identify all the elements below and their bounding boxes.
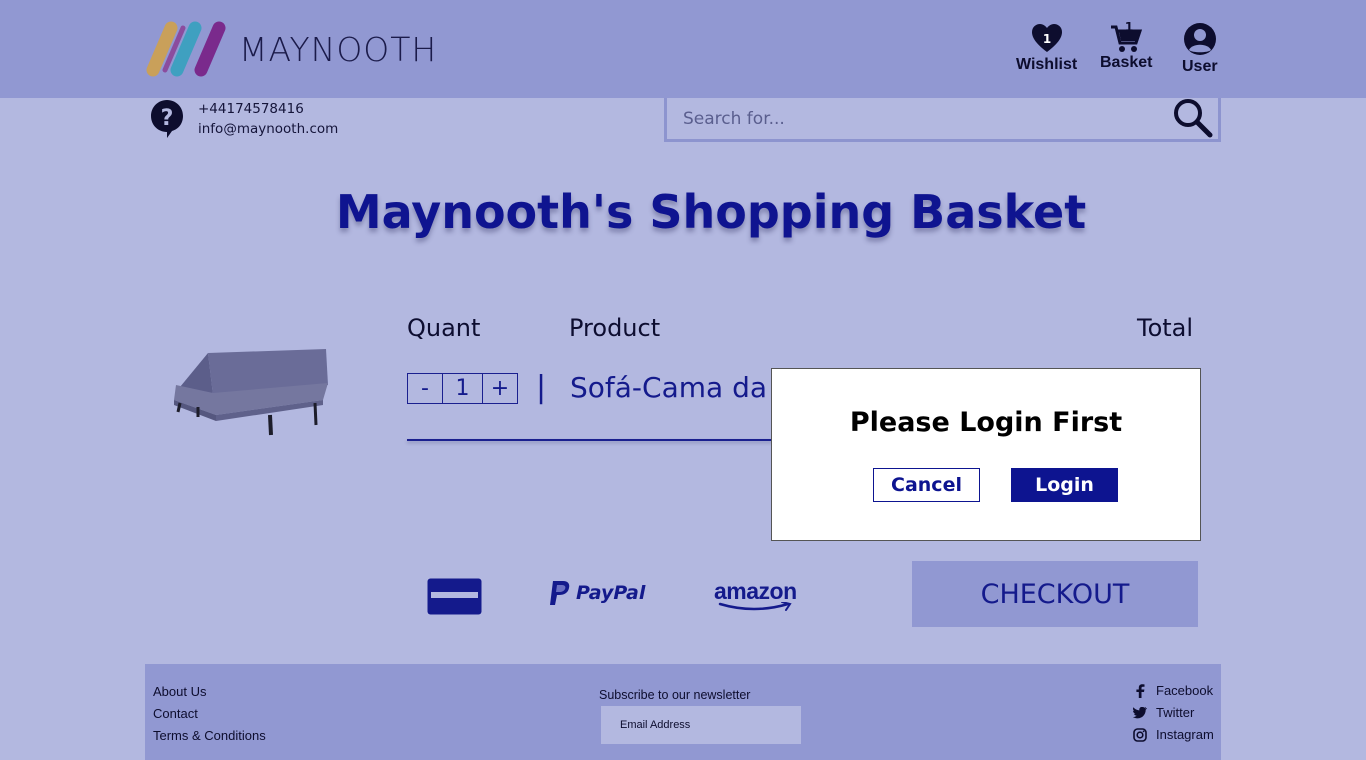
quantity-value: 1 [442,374,483,403]
site-header: MAYNOOTH 1 Wishlist 1 Basket User [0,0,1366,98]
checkout-button[interactable]: CHECKOUT [912,561,1198,627]
amazon-label: amazon [714,578,797,604]
social-instagram[interactable]: Instagram [1129,724,1214,746]
social-links: Facebook Twitter Instagram [1129,680,1214,746]
social-facebook[interactable]: Facebook [1129,680,1214,702]
instagram-label: Instagram [1156,727,1214,742]
login-button[interactable]: Login [1011,468,1118,502]
login-modal: Please Login First Cancel Login [771,368,1201,541]
paypal-icon [550,581,570,605]
user-label: User [1182,58,1218,75]
wishlist-label: Wishlist [1016,56,1078,73]
svg-text:?: ? [161,106,174,131]
user-button[interactable]: User [1182,22,1218,76]
contact-info: ? +44174578416 info@maynooth.com [150,99,338,139]
increment-button[interactable]: + [483,374,517,403]
row-separator: | [536,370,547,405]
paypal-option[interactable]: PayPal [549,580,645,606]
search-icon [1174,99,1213,138]
site-footer: About Us Contact Terms & Conditions Subs… [145,664,1221,760]
logo-mark-icon [146,21,226,77]
column-quant: Quant [407,314,481,342]
brand-logo[interactable]: MAYNOOTH [145,20,437,78]
contact-email[interactable]: info@maynooth.com [198,119,338,139]
amazon-option[interactable]: amazon [714,578,802,612]
search-input[interactable] [683,106,1153,132]
footer-link-contact[interactable]: Contact [153,703,266,725]
search-bar [664,98,1221,142]
product-image[interactable] [168,345,333,440]
cancel-button[interactable]: Cancel [873,468,980,502]
wishlist-count: 1 [1042,32,1050,46]
footer-links: About Us Contact Terms & Conditions [153,681,266,747]
basket-label: Basket [1100,54,1153,71]
quantity-stepper: - 1 + [407,373,518,404]
newsletter-email-input[interactable] [601,706,801,744]
newsletter-label: Subscribe to our newsletter [599,688,751,702]
facebook-label: Facebook [1156,683,1214,698]
user-circle-icon [1183,23,1216,55]
help-icon: ? [151,100,183,138]
instagram-icon [1129,728,1151,742]
heart-icon: 1 [1031,24,1062,52]
wishlist-button[interactable]: 1 Wishlist [1016,22,1077,74]
column-product: Product [569,314,661,342]
social-twitter[interactable]: Twitter [1129,702,1214,724]
search-button[interactable] [1170,98,1214,140]
footer-link-about[interactable]: About Us [153,681,266,703]
paypal-label: PayPal [576,582,646,604]
footer-link-terms[interactable]: Terms & Conditions [153,725,266,747]
brand-name: MAYNOOTH [239,29,438,69]
product-name[interactable]: Sofá-Cama da m [570,371,803,404]
modal-title: Please Login First [849,407,1123,438]
page-title: Maynooth's Shopping Basket [335,185,1087,239]
twitter-label: Twitter [1156,705,1195,720]
basket-count: 1 [1125,22,1133,34]
twitter-icon [1129,707,1151,719]
column-total: Total [1137,314,1194,342]
facebook-icon [1129,684,1151,698]
decrement-button[interactable]: - [408,374,442,403]
basket-button[interactable]: 1 Basket [1100,22,1152,72]
newsletter: Subscribe to our newsletter [599,688,801,744]
cart-icon: 1 [1111,22,1143,52]
credit-card-icon[interactable] [427,578,482,615]
contact-phone[interactable]: +44174578416 [198,99,338,119]
